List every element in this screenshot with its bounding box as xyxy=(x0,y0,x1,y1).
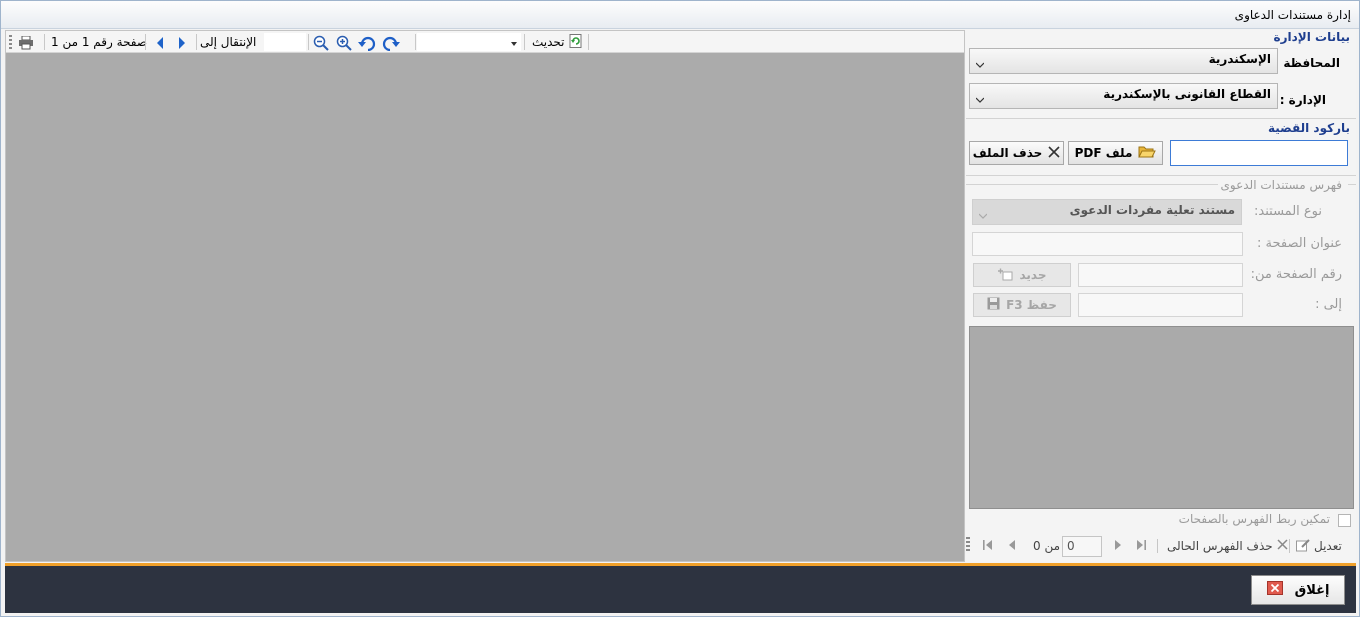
title-bar[interactable]: إدارة مستندات الدعاوى xyxy=(1,1,1359,29)
first-record-icon[interactable] xyxy=(982,539,994,554)
toolbar-grip-icon[interactable] xyxy=(9,35,12,49)
delete-file-button[interactable]: حذف الملف xyxy=(969,141,1064,165)
page-to-input[interactable] xyxy=(1078,293,1243,317)
governorate-value: الإسكندرية xyxy=(1208,52,1271,66)
rotate-right-icon[interactable] xyxy=(382,34,400,52)
pdf-file-label: ملف PDF xyxy=(1074,146,1133,160)
previous-record-icon[interactable] xyxy=(1007,539,1017,554)
governorate-label: المحافظة : xyxy=(1274,56,1340,70)
app-window: إدارة مستندات الدعاوى صفحة رقم 1 من 1 ال… xyxy=(0,0,1360,617)
goto-input[interactable] xyxy=(264,33,306,51)
report-viewer: صفحة رقم 1 من 1 الإنتقال إلى تحديث xyxy=(5,30,965,562)
chevron-down-icon xyxy=(978,208,988,219)
of-count: من 0 xyxy=(1033,539,1061,553)
delete-file-label: حذف الملف xyxy=(972,146,1043,160)
page-title-input[interactable] xyxy=(972,232,1243,256)
chevron-down-icon xyxy=(975,57,985,68)
close-icon xyxy=(1048,145,1060,161)
folder-open-icon xyxy=(1138,145,1157,162)
index-grid[interactable] xyxy=(969,326,1354,509)
barcode-input[interactable] xyxy=(1170,140,1348,166)
department-select[interactable]: القطاع القانونى بالإسكندرية xyxy=(969,83,1278,109)
link-index-checkbox[interactable] xyxy=(1338,514,1351,527)
doc-type-label: نوع المستند: xyxy=(1254,204,1322,219)
chevron-down-icon xyxy=(975,92,985,103)
viewer-toolbar: صفحة رقم 1 من 1 الإنتقال إلى تحديث xyxy=(6,31,964,53)
record-position-input[interactable]: 0 xyxy=(1062,536,1102,557)
page-from-input[interactable] xyxy=(1078,263,1243,287)
zoom-select[interactable] xyxy=(417,33,521,51)
close-icon xyxy=(1277,539,1288,553)
page-from-label: رقم الصفحة من: xyxy=(1250,267,1342,282)
zoom-out-icon[interactable] xyxy=(312,34,330,52)
rotate-left-icon[interactable] xyxy=(358,34,376,52)
page-to-label: إلى : xyxy=(1315,297,1342,312)
edit-label: تعديل xyxy=(1314,539,1342,553)
refresh-icon xyxy=(569,33,583,51)
window-title: إدارة مستندات الدعاوى xyxy=(1234,8,1351,22)
refresh-label: تحديث xyxy=(532,35,565,49)
close-label: إغلاق xyxy=(1294,582,1330,598)
edit-icon xyxy=(1296,539,1310,555)
edit-button[interactable]: تعديل xyxy=(1296,539,1342,555)
next-page-icon[interactable] xyxy=(173,34,191,52)
print-icon[interactable] xyxy=(17,34,35,52)
last-record-icon[interactable] xyxy=(1135,539,1147,554)
link-checkbox-label: تمكين ربط الفهرس بالصفحات xyxy=(1178,512,1330,526)
close-button[interactable]: إغلاق xyxy=(1251,575,1345,605)
page-info: صفحة رقم 1 من 1 xyxy=(51,35,148,49)
previous-page-icon[interactable] xyxy=(151,34,169,52)
delete-current-index-label: حذف الفهرس الحالى xyxy=(1167,539,1273,553)
close-icon xyxy=(1266,581,1283,599)
department-value: القطاع القانونى بالإسكندرية xyxy=(1103,87,1271,101)
index-navigator: من 0 0 حذف الفهرس الحالى تعديل xyxy=(966,533,1356,559)
delete-current-index-button[interactable]: حذف الفهرس الحالى xyxy=(1167,539,1288,553)
next-record-icon[interactable] xyxy=(1113,539,1123,554)
barcode-section-title: باركود القضية xyxy=(1267,121,1350,135)
goto-label: الإنتقال إلى xyxy=(200,35,257,49)
navigator-grip-icon[interactable] xyxy=(966,537,970,553)
pdf-file-button[interactable]: ملف PDF xyxy=(1068,141,1163,165)
index-section-title: فهرس مستندات الدعوى xyxy=(1220,178,1342,192)
save-label: حفظ F3 xyxy=(1006,298,1057,312)
page-title-label: عنوان الصفحة : xyxy=(1257,236,1342,251)
doc-type-value: مستند تعلية مفردات الدعوى xyxy=(1069,203,1235,217)
footer-bar: إغلاق xyxy=(5,563,1356,613)
admin-section-title: بيانات الإدارة xyxy=(1273,30,1350,44)
refresh-button[interactable]: تحديث xyxy=(532,33,583,51)
doc-type-select[interactable]: مستند تعلية مفردات الدعوى xyxy=(972,199,1242,225)
chevron-down-icon xyxy=(511,35,517,49)
new-item-icon xyxy=(997,267,1013,284)
new-button[interactable]: جديد xyxy=(973,263,1071,287)
governorate-select[interactable]: الإسكندرية xyxy=(969,48,1278,74)
new-label: جديد xyxy=(1019,268,1047,282)
side-panel: بيانات الإدارة المحافظة : الإسكندرية الإ… xyxy=(966,30,1356,562)
zoom-in-icon[interactable] xyxy=(335,34,353,52)
department-label: الإدارة : xyxy=(1279,93,1326,107)
save-icon xyxy=(987,297,1000,313)
save-button[interactable]: حفظ F3 xyxy=(973,293,1071,317)
